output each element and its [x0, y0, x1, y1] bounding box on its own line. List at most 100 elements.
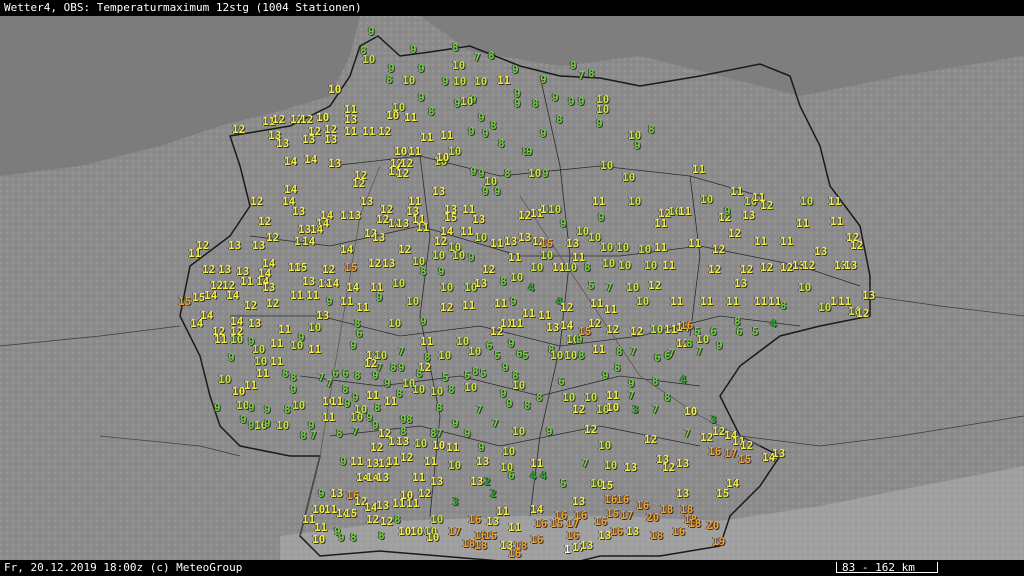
station-value: 11: [462, 299, 476, 312]
station-value: 11: [440, 129, 454, 142]
station-value: 11: [508, 251, 522, 264]
station-value: 10: [596, 103, 610, 116]
station-value: 8: [556, 113, 563, 126]
station-value: 9: [570, 59, 577, 72]
station-value: 11: [796, 217, 810, 230]
station-value: 12: [740, 439, 754, 452]
station-value: 9: [318, 487, 325, 500]
station-value: 7: [310, 429, 317, 442]
map-area[interactable]: 9 8 10 9 8 7 8 9 9 10 8 10 9 10 10 11 9 9 9 7 8 10 9 9 10 9 9 9 8 9 9 9…: [0, 16, 1024, 560]
station-value: 10: [512, 425, 526, 438]
station-value: 17: [566, 517, 580, 530]
station-value: 12: [740, 263, 754, 276]
station-value: 10: [622, 171, 636, 184]
station-value: 8: [588, 67, 595, 80]
station-value: 12: [700, 431, 714, 444]
station-value: 7: [476, 403, 483, 416]
station-value: 11: [828, 195, 842, 208]
station-value: 10: [800, 195, 814, 208]
station-value: 13: [328, 157, 342, 170]
station-value: 9: [502, 361, 509, 374]
station-value: 9: [494, 185, 501, 198]
station-value: 7: [436, 427, 443, 440]
station-value: 12: [244, 299, 258, 312]
station-value: 13: [470, 475, 484, 488]
station-value: 11: [508, 521, 522, 534]
station-value: 7: [326, 377, 333, 390]
station-value: 8: [490, 119, 497, 132]
station-value: 6: [342, 367, 349, 380]
station-value: 9: [552, 91, 559, 104]
station-value: 8: [386, 73, 393, 86]
station-value: 10: [276, 419, 290, 432]
station-value: 8: [394, 513, 401, 526]
station-value: 11: [270, 355, 284, 368]
station-value: 11: [446, 441, 460, 454]
station-value: 10: [394, 145, 408, 158]
station-value: 11: [366, 389, 380, 402]
station-value: 8: [354, 369, 361, 382]
station-value: 11: [754, 295, 768, 308]
station-value: 10: [644, 259, 658, 272]
station-value: 13: [572, 495, 586, 508]
station-value: 12: [272, 113, 286, 126]
station-value: 11: [522, 307, 536, 320]
station-value: 12: [802, 259, 816, 272]
station-value: 16: [508, 547, 522, 560]
station-value: 13: [396, 217, 410, 230]
station-value: 10: [550, 349, 564, 362]
station-value: 12: [708, 263, 722, 276]
station-value: 8: [652, 375, 659, 388]
station-value: 14: [304, 153, 318, 166]
station-value: 8: [428, 105, 435, 118]
station-value: 12: [378, 125, 392, 138]
station-value: 10: [564, 349, 578, 362]
station-value: 12: [368, 257, 382, 270]
station-value: 10: [548, 203, 562, 216]
station-value: 14: [302, 235, 316, 248]
station-value: 2: [484, 475, 491, 488]
station-value: 10: [448, 145, 462, 158]
station-value: 11: [497, 74, 511, 87]
station-value: 13: [518, 231, 532, 244]
station-labels: 9 8 10 9 8 7 8 9 9 10 8 10 9 10 10 11 9 9 9 7 8 10 9 9 10 9 9 9 8 9 9 9…: [0, 16, 1024, 560]
station-value: 8: [488, 49, 495, 62]
station-value: 11: [726, 295, 740, 308]
station-value: 13: [324, 133, 338, 146]
station-value: 13: [742, 209, 756, 222]
station-value: 10: [468, 345, 482, 358]
station-value: 3: [710, 413, 717, 426]
station-value: 11: [412, 471, 426, 484]
station-value: 8: [284, 403, 291, 416]
station-value: 9: [578, 95, 585, 108]
station-value: 9: [468, 251, 475, 264]
station-value: 13: [376, 499, 390, 512]
station-value: 8: [616, 345, 623, 358]
station-value: 11: [386, 455, 400, 468]
station-value: 10: [684, 405, 698, 418]
station-value: 15: [344, 261, 358, 274]
station-value: 16: [680, 319, 694, 332]
station-value: 11: [270, 337, 284, 350]
map-window: Wetter4, OBS: Temperaturmaximum 12stg (1…: [0, 0, 1024, 576]
station-value: 16: [594, 515, 608, 528]
station-value: 15: [606, 507, 620, 520]
station-value: 16: [530, 533, 544, 546]
station-value: 5: [752, 325, 759, 338]
station-value: 15: [294, 261, 308, 274]
station-value: 12: [572, 403, 586, 416]
station-value: 8: [420, 265, 427, 278]
station-value: 17: [620, 509, 634, 522]
station-value: 12: [232, 123, 246, 136]
station-value: 11: [830, 215, 844, 228]
station-value: 11: [384, 395, 398, 408]
station-value: 10: [453, 75, 467, 88]
station-value: 14: [530, 503, 544, 516]
station-value: 12: [266, 231, 280, 244]
station-value: 13: [218, 263, 232, 276]
station-value: 12: [370, 441, 384, 454]
station-value: 18: [650, 529, 664, 542]
station-value: 7: [668, 347, 675, 360]
station-value: 7: [652, 403, 659, 416]
station-value: 18: [660, 503, 674, 516]
